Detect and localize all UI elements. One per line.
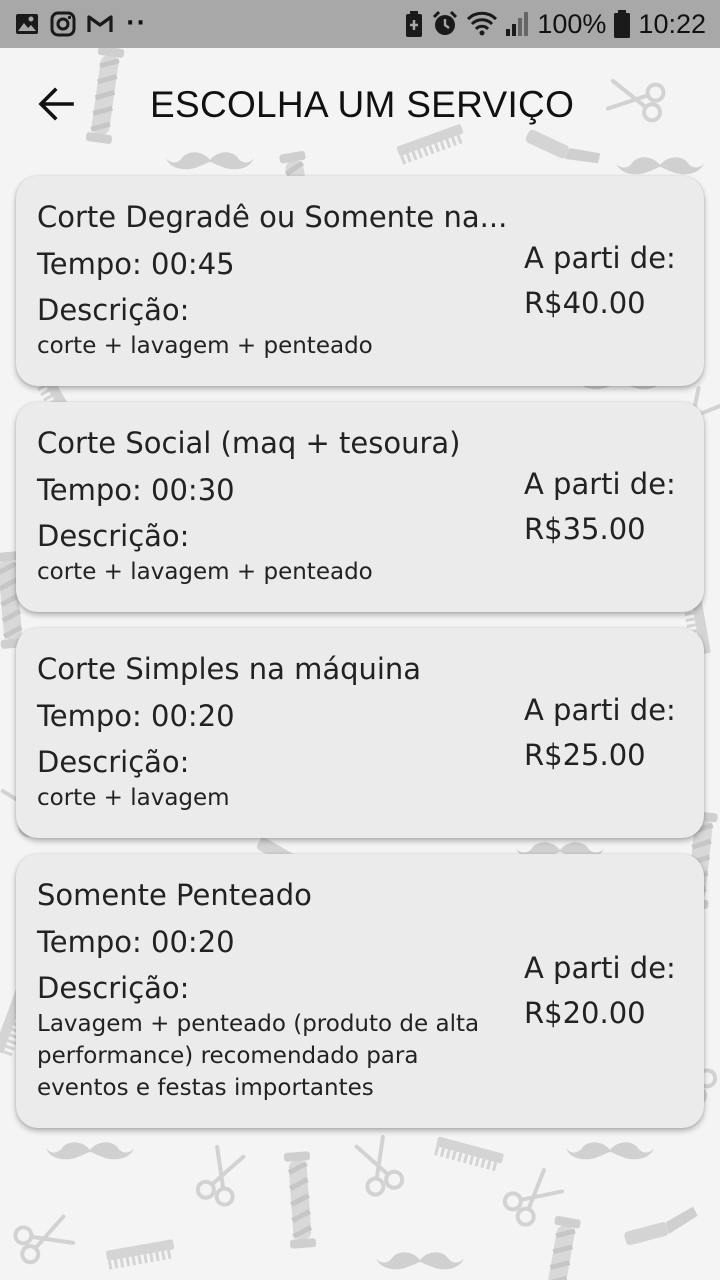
wifi-icon: [467, 11, 498, 37]
image-icon: [14, 11, 40, 37]
service-description-label: Descrição:: [37, 293, 190, 327]
arrow-left-icon: [38, 87, 74, 125]
status-bar: ·· 100% 10:22: [0, 0, 720, 48]
service-info: Corte Social (maq + tesoura) Tempo: 00:3…: [37, 424, 515, 588]
service-price-box: A parti de: R$20.00: [524, 950, 694, 1031]
battery-icon: [614, 10, 631, 38]
app-header: ESCOLHA UM SERVIÇO: [0, 48, 720, 160]
price-label: A parti de:: [524, 951, 676, 985]
service-price: R$20.00: [524, 996, 646, 1030]
service-price-box: A parti de: R$25.00: [524, 692, 694, 773]
price-label: A parti de:: [524, 467, 676, 501]
service-price: R$35.00: [524, 512, 646, 546]
service-info: Corte Simples na máquina Tempo: 00:20 De…: [37, 650, 515, 814]
service-description: corte + lavagem + penteado: [37, 559, 373, 585]
price-label: A parti de:: [524, 693, 676, 727]
service-price-box: A parti de: R$40.00: [524, 240, 694, 321]
service-description: Lavagem + penteado (produto de alta perf…: [37, 1011, 480, 1101]
service-duration: Tempo: 00:20: [37, 699, 235, 733]
service-duration: Tempo: 00:30: [37, 473, 235, 507]
page-title: ESCOLHA UM SERVIÇO: [150, 84, 575, 125]
alarm-icon: [431, 10, 459, 38]
service-description-label: Descrição:: [37, 519, 190, 553]
instagram-icon: [50, 11, 76, 37]
service-name: Corte Social (maq + tesoura): [37, 426, 461, 460]
service-description: corte + lavagem + penteado: [37, 333, 373, 359]
service-card[interactable]: Corte Social (maq + tesoura) Tempo: 00:3…: [16, 402, 704, 612]
battery-percentage: 100%: [537, 9, 607, 39]
signal-icon: [505, 11, 529, 37]
service-info: Somente Penteado Tempo: 00:20 Descrição:…: [37, 876, 515, 1104]
back-button[interactable]: [28, 78, 84, 134]
gmail-icon: [86, 11, 114, 37]
service-duration: Tempo: 00:20: [37, 925, 235, 959]
battery-saver-icon: [405, 10, 423, 38]
service-duration: Tempo: 00:45: [37, 247, 235, 281]
service-price: R$40.00: [524, 286, 646, 320]
service-price-box: A parti de: R$35.00: [524, 466, 694, 547]
service-name: Corte Simples na máquina: [37, 652, 422, 686]
service-name: Somente Penteado: [37, 878, 312, 912]
service-info: Corte Degradê ou Somente na... Tempo: 00…: [37, 198, 515, 362]
system-icons: 100% 10:22: [397, 8, 706, 40]
service-description: corte + lavagem: [37, 785, 230, 811]
service-price: R$25.00: [524, 738, 646, 772]
service-card[interactable]: Corte Degradê ou Somente na... Tempo: 00…: [16, 176, 704, 386]
clock-time: 10:22: [638, 9, 706, 39]
service-card[interactable]: Somente Penteado Tempo: 00:20 Descrição:…: [16, 854, 704, 1128]
notification-icons: ··: [14, 10, 147, 38]
price-label: A parti de:: [524, 241, 676, 275]
service-card[interactable]: Corte Simples na máquina Tempo: 00:20 De…: [16, 628, 704, 838]
service-name: Corte Degradê ou Somente na...: [37, 200, 508, 234]
service-description-label: Descrição:: [37, 745, 190, 779]
service-description-label: Descrição:: [37, 971, 190, 1005]
more-notifications-dots: ··: [126, 11, 147, 36]
